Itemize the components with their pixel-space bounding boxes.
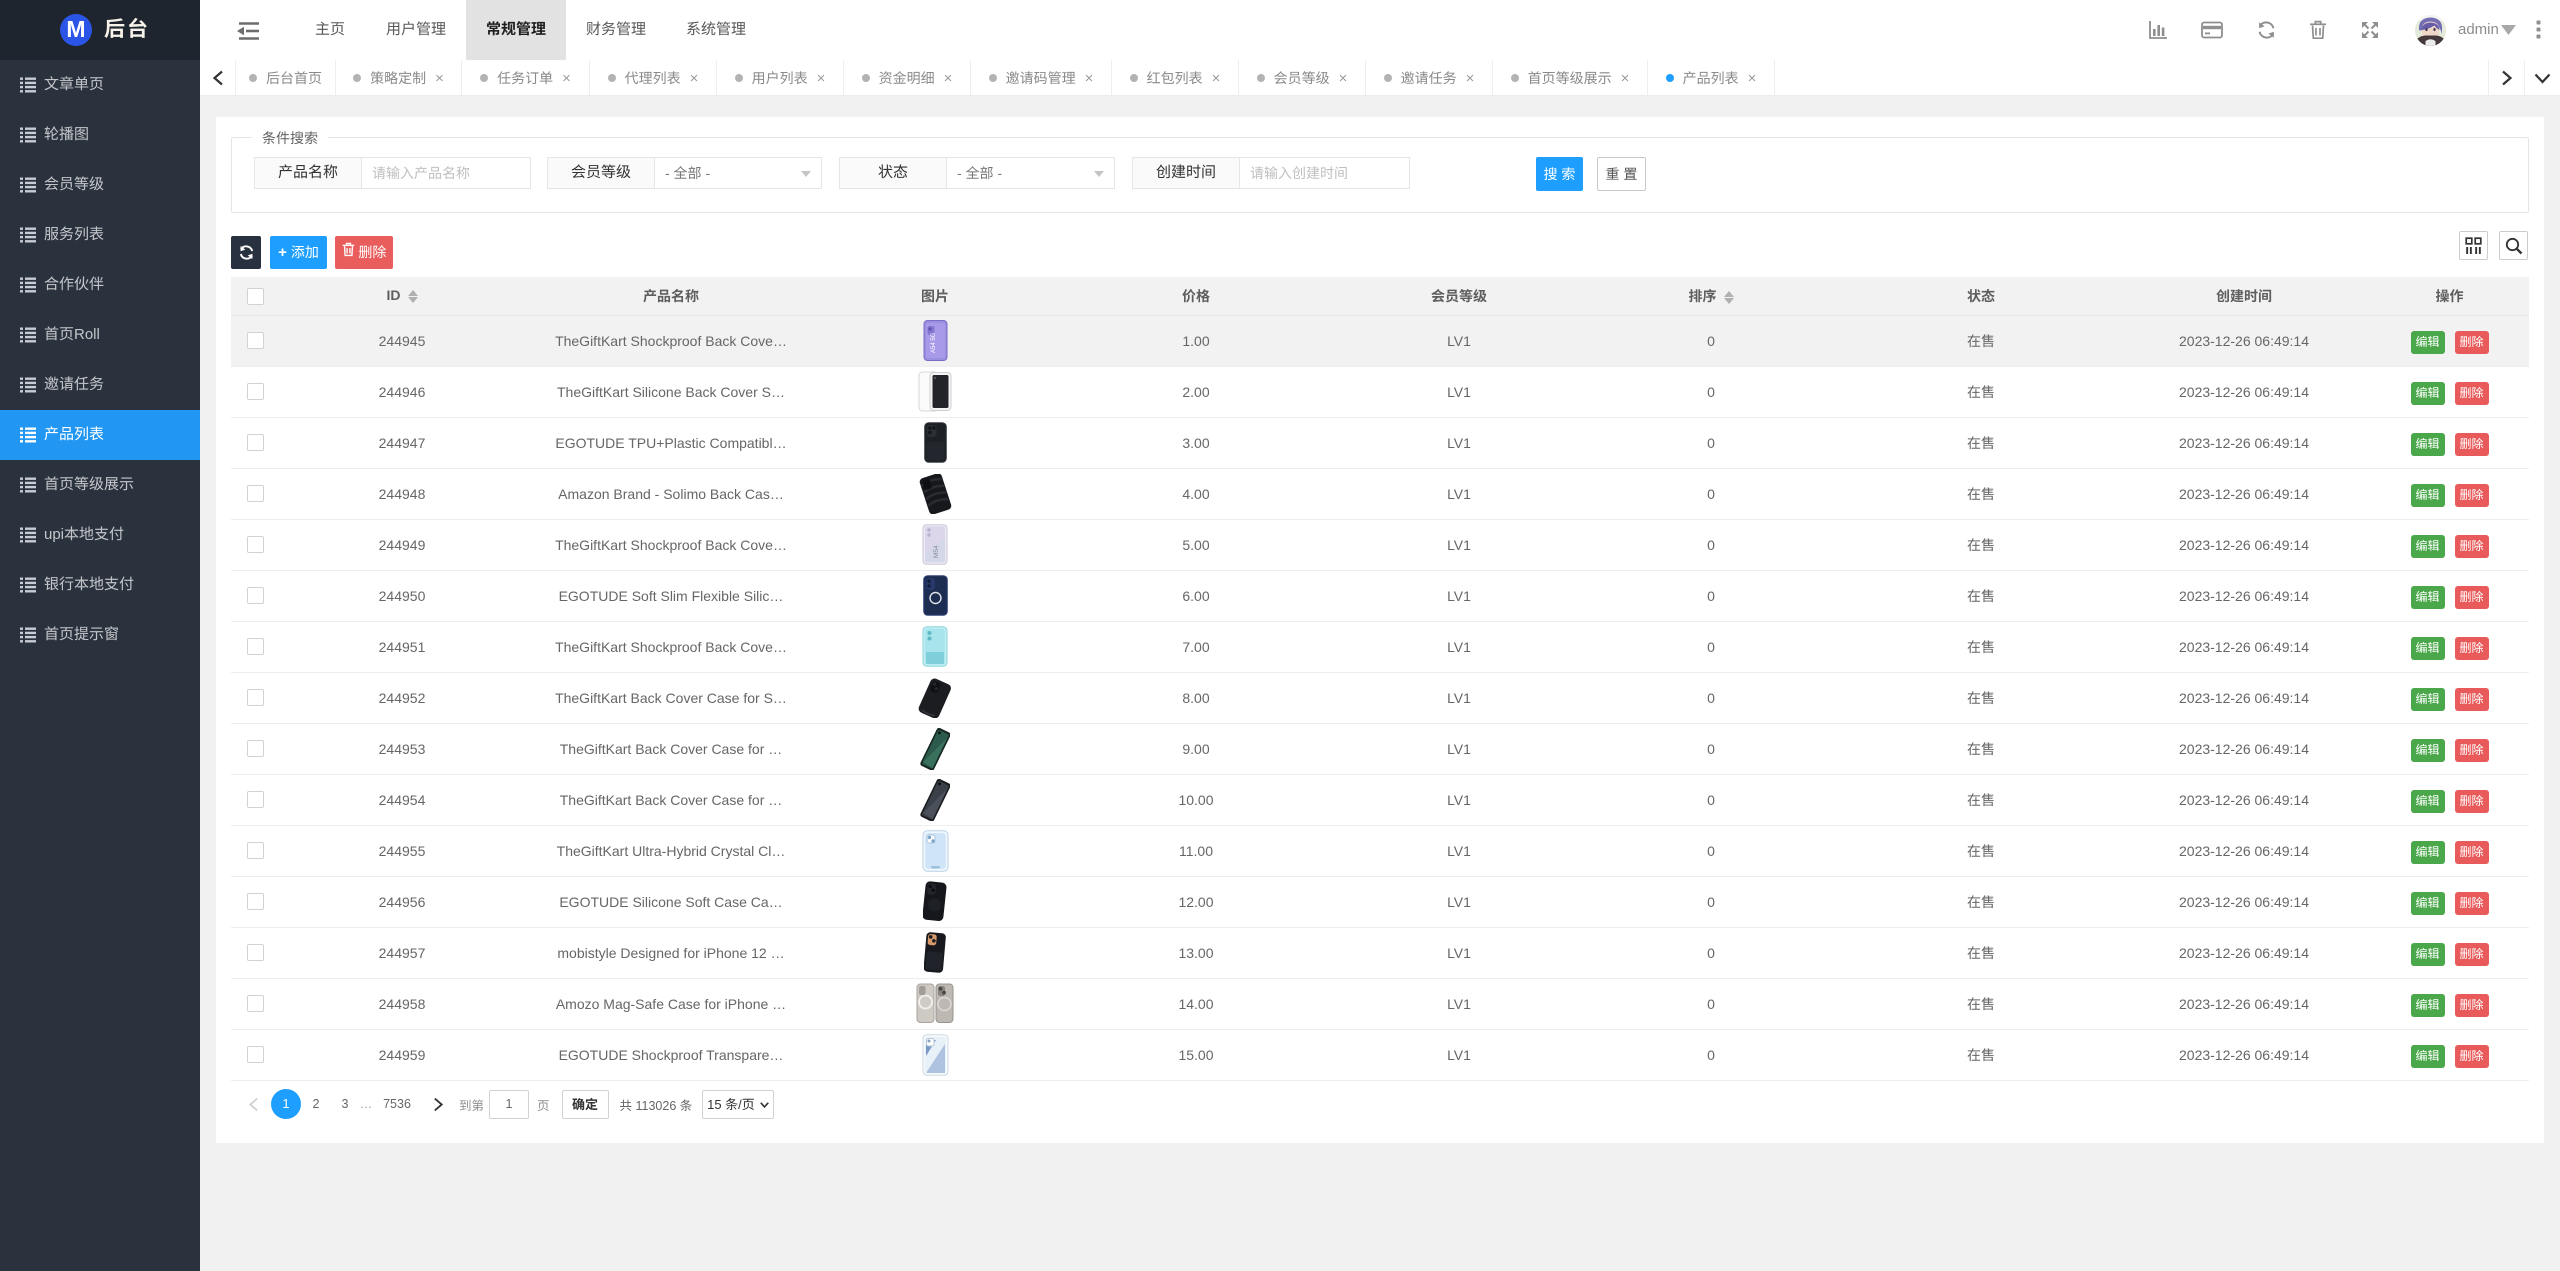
svg-text:M54: M54	[933, 545, 940, 558]
svg-text:A54 5G: A54 5G	[931, 332, 937, 353]
